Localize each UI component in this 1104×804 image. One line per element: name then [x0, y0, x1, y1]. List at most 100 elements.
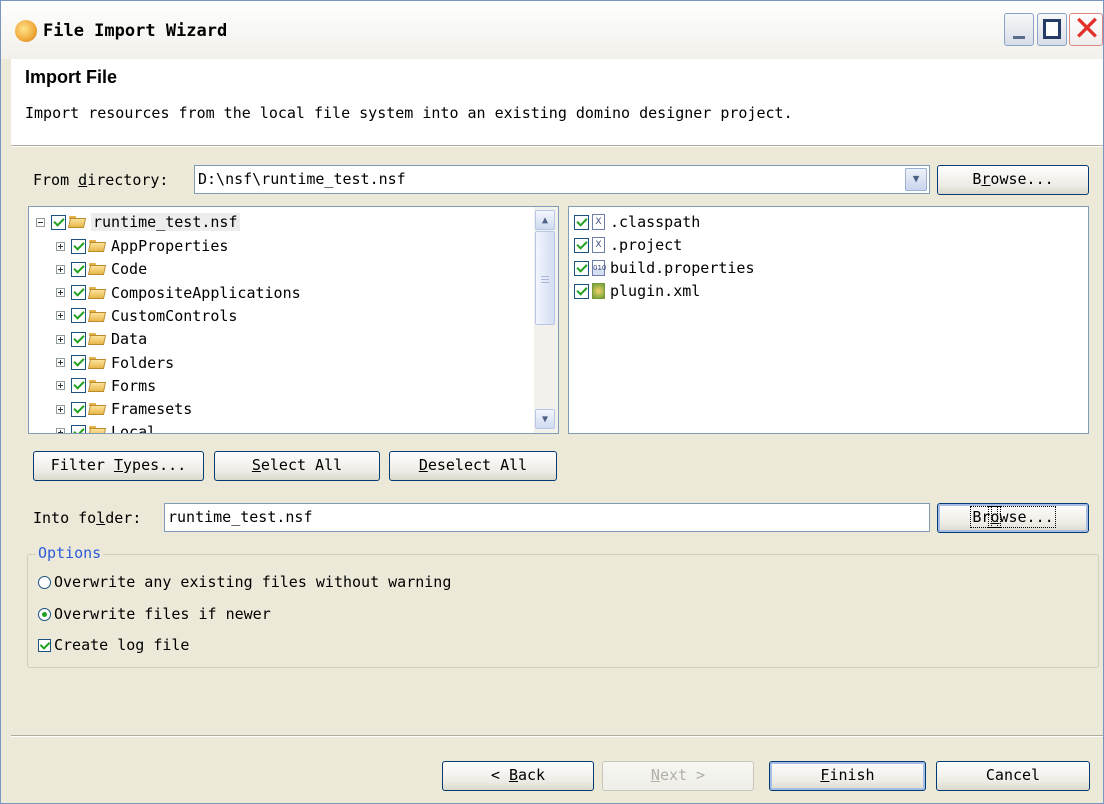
- file-item-checkbox[interactable]: [574, 214, 589, 230]
- finish-button[interactable]: Finish: [769, 761, 926, 791]
- deselect-all-button[interactable]: Deselect All: [389, 451, 557, 481]
- select-all-button[interactable]: Select All: [214, 451, 380, 481]
- tree-item-label: Code: [111, 260, 148, 279]
- plugin-file-icon: [592, 283, 605, 299]
- folder-icon: [89, 286, 106, 299]
- folder-tree[interactable]: runtime_test.nsf AppProperties Code Compos…: [28, 206, 559, 434]
- tree-item-checkbox[interactable]: [71, 331, 86, 347]
- tree-item-label: CompositeApplications: [111, 283, 301, 302]
- tree-item[interactable]: Folders: [56, 351, 174, 375]
- tree-item-checkbox[interactable]: [71, 401, 86, 417]
- tree-item[interactable]: Local: [56, 420, 156, 433]
- scroll-thumb[interactable]: [535, 231, 555, 325]
- page-title: Import File: [25, 67, 118, 87]
- expand-icon[interactable]: [56, 241, 65, 251]
- file-item-label: .classpath: [610, 213, 701, 231]
- tree-item-checkbox[interactable]: [71, 238, 86, 254]
- folder-icon: [89, 309, 106, 322]
- from-directory-label: From directory:: [33, 171, 169, 189]
- tree-root[interactable]: runtime_test.nsf: [36, 210, 240, 234]
- overwrite-all-label: Overwrite any existing files without war…: [54, 573, 452, 591]
- tree-item[interactable]: Forms: [56, 374, 156, 398]
- file-item[interactable]: plugin.xml: [574, 279, 700, 303]
- tree-item-label: Forms: [111, 376, 157, 395]
- into-folder-input[interactable]: runtime_test.nsf: [164, 503, 930, 532]
- folder-icon: [69, 216, 86, 228]
- create-log-checkbox[interactable]: [38, 638, 51, 652]
- maximize-icon: [1043, 19, 1061, 39]
- folder-icon: [89, 240, 106, 252]
- folder-icon: [89, 263, 106, 275]
- file-item[interactable]: X .project: [574, 233, 682, 257]
- maximize-button[interactable]: [1037, 13, 1067, 46]
- tree-item-checkbox[interactable]: [71, 285, 86, 301]
- back-button[interactable]: < Back: [442, 761, 594, 791]
- scroll-up-icon[interactable]: ▲: [535, 210, 555, 230]
- browse-directory-button[interactable]: Browse...: [937, 165, 1089, 195]
- expand-icon[interactable]: [56, 311, 65, 321]
- cancel-button[interactable]: Cancel: [936, 761, 1090, 791]
- file-item-checkbox[interactable]: [574, 237, 589, 253]
- wizard-header: Import File Import resources from the lo…: [11, 59, 1103, 145]
- overwrite-newer-radio[interactable]: [38, 607, 51, 621]
- expand-icon[interactable]: [56, 381, 65, 391]
- expand-icon[interactable]: [56, 404, 65, 414]
- folder-icon: [89, 356, 106, 369]
- overwrite-all-radio[interactable]: [38, 575, 51, 589]
- scroll-down-icon[interactable]: ▼: [535, 409, 555, 429]
- minimize-button[interactable]: [1004, 13, 1034, 46]
- tree-item-checkbox[interactable]: [71, 308, 86, 324]
- chevron-down-icon[interactable]: ▼: [905, 168, 927, 191]
- minimize-icon: [1013, 36, 1025, 39]
- tree-item[interactable]: Code: [56, 257, 147, 281]
- file-item-label: build.properties: [610, 259, 755, 277]
- tree-item[interactable]: Data: [56, 327, 147, 351]
- title-bar[interactable]: File Import Wizard ✕: [1, 1, 1103, 59]
- options-title: Options: [36, 544, 104, 562]
- xml-file-icon: X: [592, 214, 605, 230]
- header-separator: [11, 145, 1103, 147]
- create-log-label: Create log file: [54, 636, 190, 654]
- tree-root-checkbox[interactable]: [51, 214, 66, 230]
- expand-icon[interactable]: [56, 358, 65, 367]
- window-title: File Import Wizard: [43, 21, 228, 41]
- browse-folder-button[interactable]: Browse...: [937, 503, 1089, 533]
- folder-icon: [89, 426, 106, 433]
- next-button[interactable]: Next >: [602, 761, 754, 791]
- expand-icon[interactable]: [56, 288, 65, 298]
- tree-item-checkbox[interactable]: [71, 378, 86, 394]
- filter-types-button[interactable]: Filter Types...: [33, 451, 204, 481]
- properties-file-icon: 010: [592, 260, 606, 276]
- folder-icon: [89, 333, 106, 345]
- close-button[interactable]: ✕: [1069, 9, 1103, 49]
- file-item-label: .project: [610, 236, 683, 254]
- file-item-checkbox[interactable]: [574, 260, 589, 276]
- collapse-icon[interactable]: [36, 217, 45, 227]
- tree-item-checkbox[interactable]: [71, 355, 86, 370]
- file-item-label: plugin.xml: [610, 282, 701, 300]
- tree-item-checkbox[interactable]: [71, 261, 86, 277]
- tree-root-label: runtime_test.nsf: [91, 213, 240, 231]
- tree-item[interactable]: AppProperties: [56, 234, 228, 258]
- tree-item-label: Folders: [111, 353, 175, 372]
- create-log-option[interactable]: Create log file: [38, 636, 189, 654]
- tree-item[interactable]: Framesets: [56, 397, 192, 421]
- file-item-checkbox[interactable]: [574, 283, 589, 299]
- folder-icon: [89, 403, 106, 415]
- tree-item[interactable]: CustomControls: [56, 304, 237, 328]
- tree-item[interactable]: CompositeApplications: [56, 281, 301, 305]
- tree-item-checkbox[interactable]: [71, 424, 86, 433]
- close-icon: ✕: [1072, 9, 1102, 49]
- file-item[interactable]: 010 build.properties: [574, 256, 755, 280]
- expand-icon[interactable]: [56, 264, 65, 274]
- into-folder-label: Into folder:: [33, 509, 142, 527]
- file-list[interactable]: X .classpath X .project 010 build.properties p…: [568, 206, 1089, 434]
- tree-vertical-scrollbar[interactable]: ▲ ▼: [534, 207, 558, 433]
- expand-icon[interactable]: [56, 427, 65, 433]
- overwrite-all-option[interactable]: Overwrite any existing files without war…: [38, 573, 451, 591]
- tree-item-label: CustomControls: [111, 306, 238, 325]
- file-item[interactable]: X .classpath: [574, 210, 700, 234]
- expand-icon[interactable]: [56, 334, 65, 344]
- from-directory-combo[interactable]: D:\nsf\runtime_test.nsf: [194, 165, 930, 194]
- overwrite-newer-option[interactable]: Overwrite files if newer: [38, 605, 271, 623]
